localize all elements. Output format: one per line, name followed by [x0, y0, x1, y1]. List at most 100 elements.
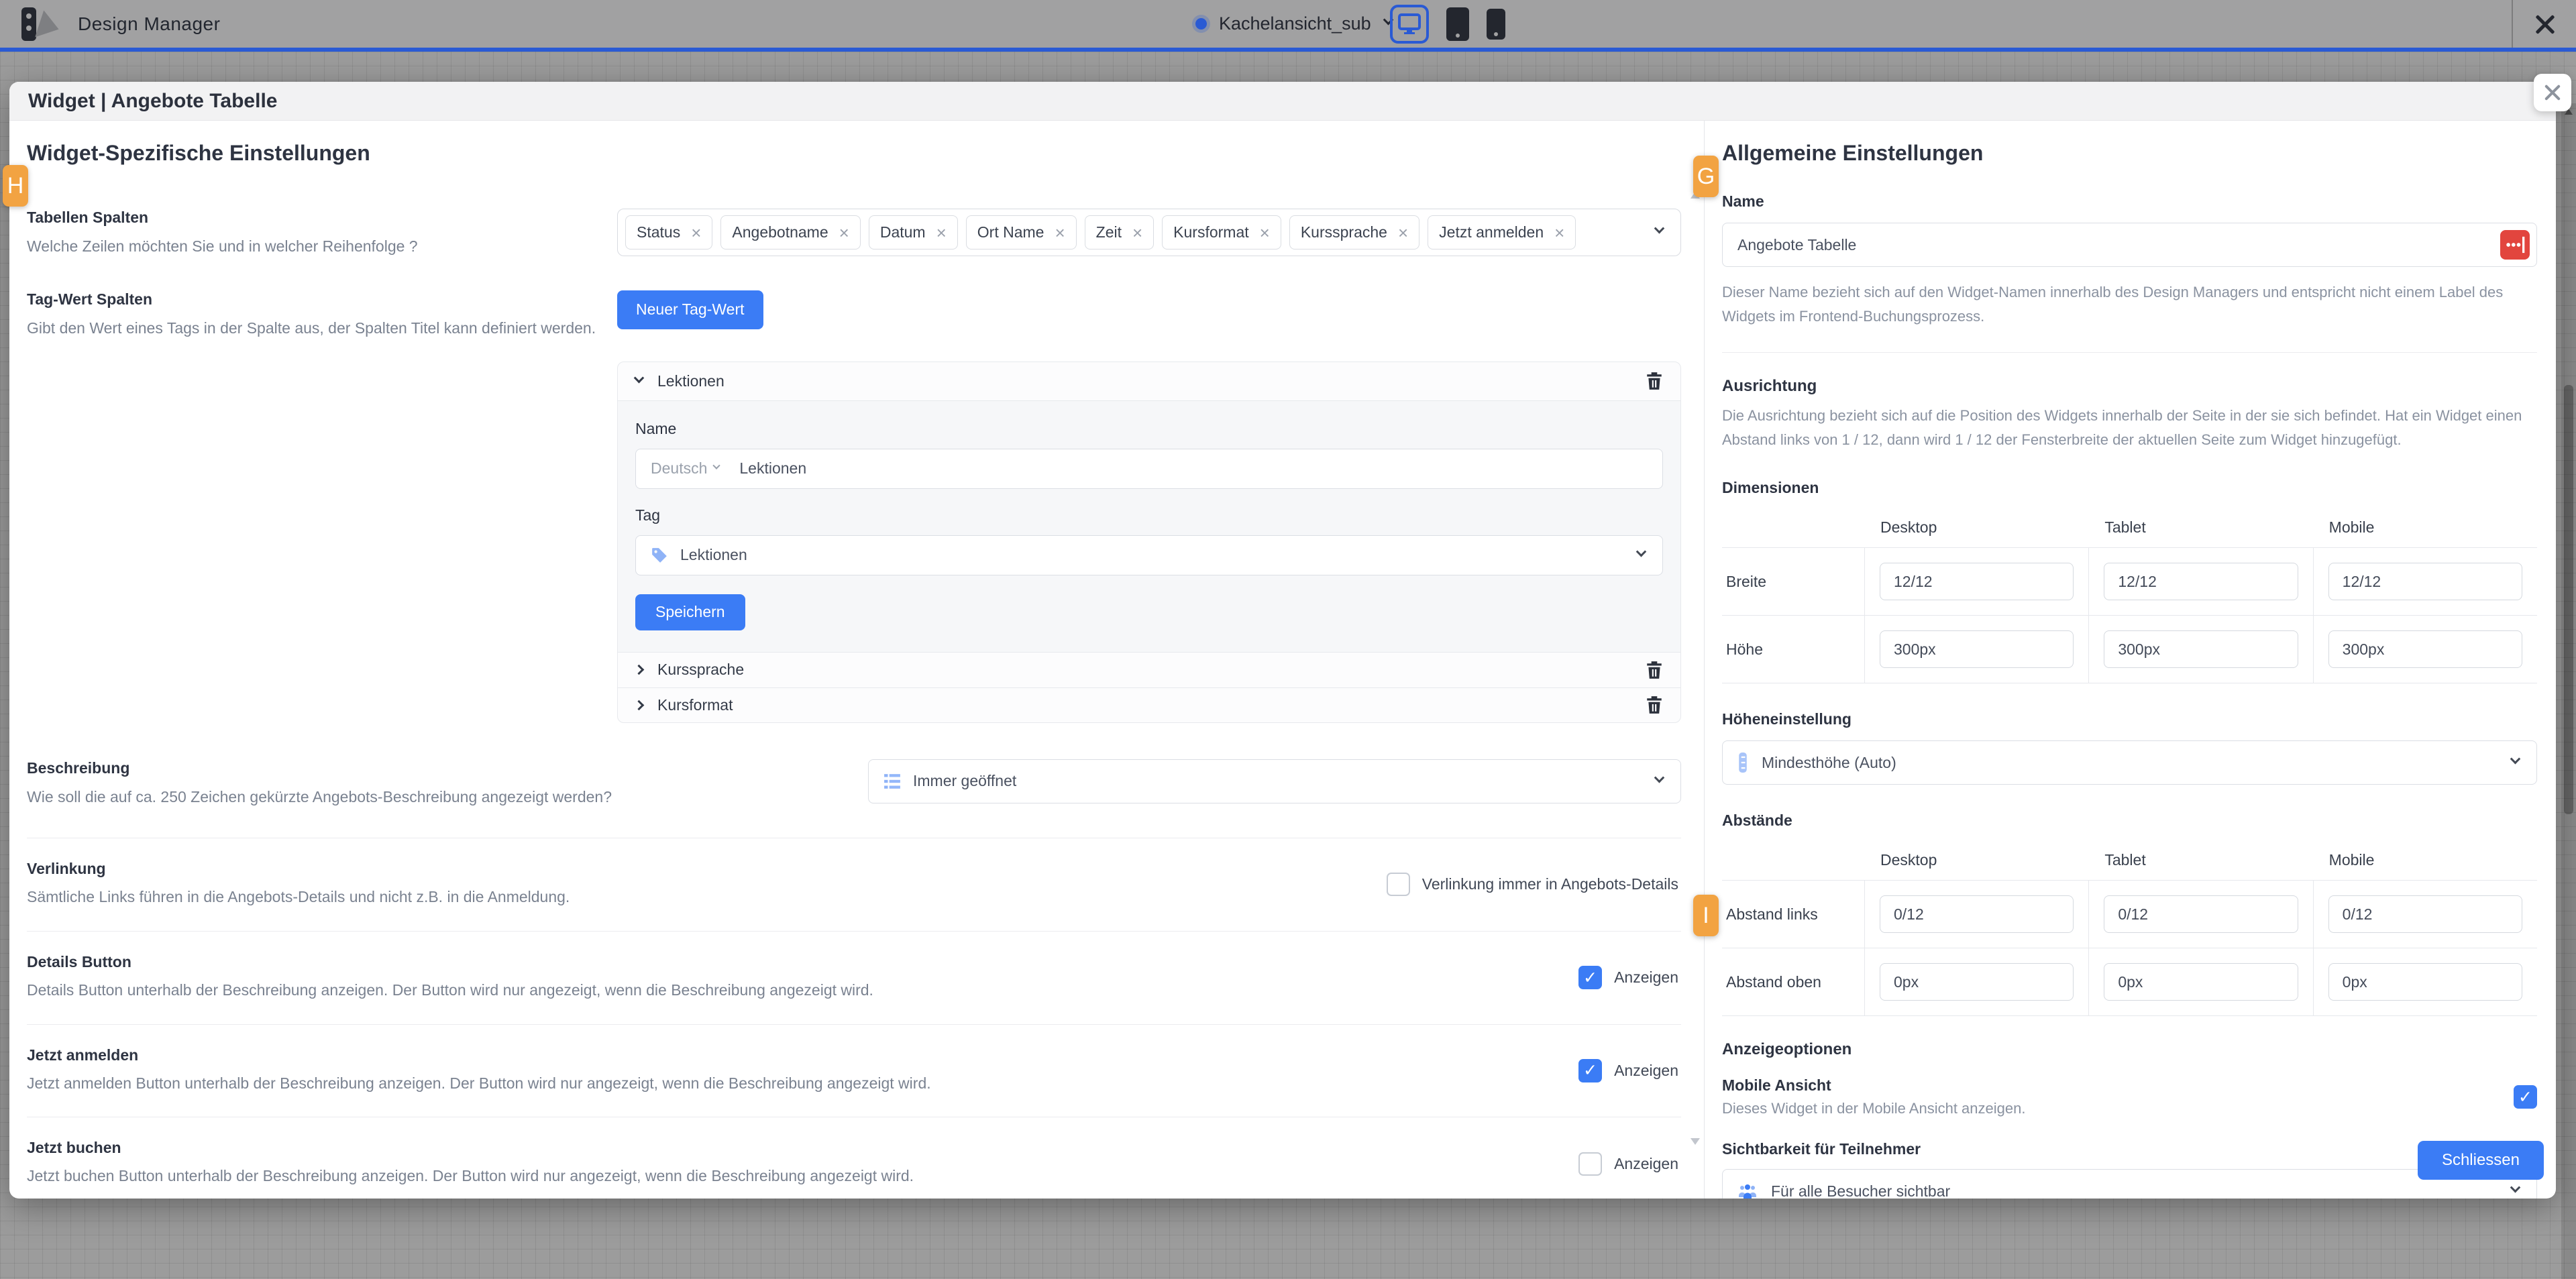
trash-icon[interactable]: [1646, 372, 1663, 390]
accordion-item-kursformat[interactable]: Kursformat: [618, 687, 1680, 722]
checkbox-label: Verlinkung immer in Angebots-Details: [1422, 875, 1678, 893]
details-anzeigen-checkbox[interactable]: [1578, 966, 1602, 989]
tag-wert-title: Tag-Wert Spalten: [27, 290, 597, 309]
tag-select[interactable]: Lektionen: [635, 535, 1663, 575]
app-title: Design Manager: [78, 13, 220, 35]
chevron-right-icon[interactable]: [634, 700, 645, 710]
accordion-item-lektionen[interactable]: Lektionen: [618, 362, 1680, 401]
view-switcher[interactable]: Kachelansicht_sub: [1195, 0, 1392, 48]
abstand-oben-tablet-input[interactable]: [2104, 963, 2298, 1001]
modal-close-button[interactable]: [2534, 74, 2571, 111]
col-header-tablet: Tablet: [2088, 844, 2312, 880]
column-chip[interactable]: Zeit: [1085, 215, 1155, 249]
details-button-title: Details Button: [27, 953, 873, 971]
accordion-item-title: Kursformat: [657, 696, 733, 714]
remove-chip-icon[interactable]: [839, 224, 849, 241]
ausrichtung-title: Ausrichtung: [1722, 377, 2537, 396]
trash-icon[interactable]: [1646, 696, 1663, 714]
verlinkung-checkbox[interactable]: [1387, 873, 1410, 896]
breite-desktop-input[interactable]: [1880, 563, 2074, 600]
chevron-down-icon[interactable]: [634, 372, 645, 383]
chevron-right-icon[interactable]: [634, 665, 645, 675]
beschreibung-row: Beschreibung Wie soll die auf ca. 250 Ze…: [27, 759, 1681, 839]
remove-chip-icon[interactable]: [691, 224, 701, 241]
abstand-oben-desktop-input[interactable]: [1880, 963, 2074, 1001]
chip-label: Status: [637, 223, 680, 241]
right-panel-heading: Allgemeine Einstellungen: [1722, 141, 2537, 166]
dimensionen-label: Dimensionen: [1722, 479, 2537, 497]
column-chip[interactable]: Kursformat: [1162, 215, 1281, 249]
breite-tablet-input[interactable]: [2104, 563, 2298, 600]
accordion-item-kurssprache[interactable]: Kurssprache: [618, 653, 1680, 687]
app-logo-icon: [21, 7, 60, 41]
remove-chip-icon[interactable]: [1132, 224, 1142, 241]
tag-wert-desc: Gibt den Wert eines Tags in der Spalte a…: [27, 317, 597, 340]
sichtbarkeit-select[interactable]: Für alle Besucher sichtbar: [1722, 1169, 2537, 1199]
column-chip[interactable]: Jetzt anmelden: [1428, 215, 1576, 249]
marker-badge-i[interactable]: I: [1693, 895, 1719, 936]
view-name[interactable]: Kachelansicht_sub: [1219, 13, 1371, 34]
page-scrollbar[interactable]: [2561, 103, 2576, 1279]
desktop-preview-button[interactable]: [1390, 5, 1429, 44]
buchen-anzeigen-checkbox[interactable]: [1578, 1152, 1602, 1176]
trash-icon[interactable]: [1646, 661, 1663, 679]
abstand-links-desktop-input[interactable]: [1880, 895, 2074, 933]
column-chip[interactable]: Kurssprache: [1289, 215, 1419, 249]
column-chip[interactable]: Angebotname: [720, 215, 860, 249]
sichtbarkeit-value: Für alle Besucher sichtbar: [1771, 1182, 1950, 1199]
remove-chip-icon[interactable]: [1055, 224, 1065, 241]
chevron-down-icon[interactable]: [1636, 546, 1647, 557]
scrollbar-thumb[interactable]: [2564, 385, 2573, 814]
remove-chip-icon[interactable]: [1260, 224, 1270, 241]
remove-chip-icon[interactable]: [936, 224, 947, 241]
panel-scroll-down-icon[interactable]: [1690, 1138, 1700, 1145]
schliessen-button[interactable]: Schliessen: [2418, 1141, 2544, 1180]
tablet-preview-button[interactable]: [1446, 7, 1469, 41]
anmelden-anzeigen-checkbox[interactable]: [1578, 1059, 1602, 1082]
accordion-item-title: Lektionen: [657, 372, 724, 390]
chevron-down-icon[interactable]: [2510, 1182, 2521, 1193]
chevron-down-icon[interactable]: [2510, 754, 2521, 765]
marker-badge-h[interactable]: H: [3, 165, 28, 207]
jetzt-buchen-title: Jetzt buchen: [27, 1139, 914, 1157]
marker-badge-g[interactable]: G: [1693, 156, 1719, 197]
abstand-links-mobile-input[interactable]: [2328, 895, 2522, 933]
checkbox-label: Anzeigen: [1614, 1155, 1678, 1173]
abstand-oben-mobile-input[interactable]: [2328, 963, 2522, 1001]
topbar-divider: [2512, 0, 2513, 48]
chip-label: Zeit: [1096, 223, 1122, 241]
ausrichtung-help-text: Die Ausrichtung bezieht sich auf die Pos…: [1722, 404, 2537, 453]
verlinkung-row: Verlinkung Sämtliche Links führen in die…: [27, 838, 1681, 932]
abstand-links-tablet-input[interactable]: [2104, 895, 2298, 933]
column-chip[interactable]: Datum: [869, 215, 958, 249]
column-chip[interactable]: Status: [625, 215, 712, 249]
beschreibung-desc: Wie soll die auf ca. 250 Zeichen gekürzt…: [27, 785, 848, 809]
new-tag-wert-button[interactable]: Neuer Tag-Wert: [617, 290, 763, 329]
input-action-icon[interactable]: [2500, 230, 2530, 260]
chip-label: Ort Name: [977, 223, 1044, 241]
breite-mobile-input[interactable]: [2328, 563, 2522, 600]
column-chip[interactable]: Ort Name: [966, 215, 1077, 249]
mobile-ansicht-title: Mobile Ansicht: [1722, 1076, 2025, 1095]
abstaende-label: Abstände: [1722, 812, 2537, 830]
row-label-hoehe: Höhe: [1722, 615, 1864, 683]
widget-name-input[interactable]: Angebote Tabelle: [1722, 223, 2537, 267]
save-button[interactable]: Speichern: [635, 594, 745, 630]
chip-label: Jetzt anmelden: [1439, 223, 1544, 241]
exit-design-manager-button[interactable]: [2530, 9, 2560, 39]
phone-preview-button[interactable]: [1487, 9, 1505, 40]
remove-chip-icon[interactable]: [1554, 224, 1564, 241]
hoehe-mobile-input[interactable]: [2328, 630, 2522, 668]
table-columns-multiselect[interactable]: Status Angebotname Datum Ort Name Zeit K…: [617, 209, 1681, 256]
mobile-ansicht-checkbox[interactable]: [2514, 1085, 2537, 1109]
remove-chip-icon[interactable]: [1398, 224, 1408, 241]
tag-name-input[interactable]: Deutsch Lektionen: [635, 449, 1663, 489]
beschreibung-select[interactable]: Immer geöffnet: [868, 759, 1681, 803]
hoehe-desktop-input[interactable]: [1880, 630, 2074, 668]
list-icon: [883, 773, 901, 790]
hoehe-tablet-input[interactable]: [2104, 630, 2298, 668]
language-selector[interactable]: Deutsch: [651, 459, 719, 478]
hoeheneinstellung-select[interactable]: Mindesthöhe (Auto): [1722, 740, 2537, 785]
chevron-down-icon[interactable]: [1654, 772, 1665, 783]
chevron-down-icon[interactable]: [1654, 223, 1665, 233]
